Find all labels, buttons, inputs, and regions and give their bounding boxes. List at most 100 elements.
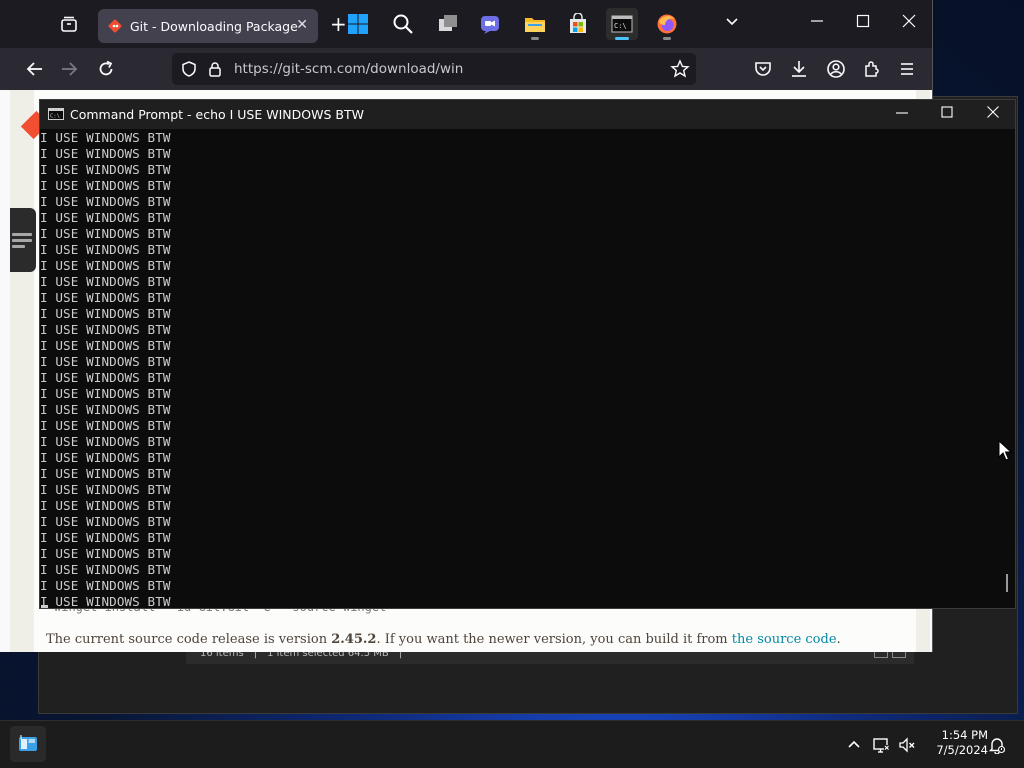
show-hidden-icons-button[interactable] [846,736,862,756]
cmd-output-line: I USE WINDOWS BTW [40,290,171,305]
forward-button[interactable] [58,58,80,80]
pocket-button[interactable] [752,58,774,80]
pocket-icon [755,62,771,76]
file-explorer-icon [525,18,545,32]
account-icon [827,60,845,78]
search-icon [393,14,413,34]
forward-arrow-icon [62,62,78,76]
cmd-title: Command Prompt - echo I USE WINDOWS BTW [70,107,364,122]
svg-text:C:\: C:\ [50,114,60,120]
task-view-icon [439,15,457,31]
widgets-button[interactable] [10,726,46,762]
taskbar-search[interactable] [387,8,419,40]
cmd-output-line: I USE WINDOWS BTW [40,418,171,433]
command-prompt-window[interactable]: C:\ Command Prompt - echo I USE WINDOWS … [39,99,1016,609]
network-status[interactable] [872,736,890,758]
microsoft-store-icon [570,13,586,33]
cmd-output-line: I USE WINDOWS BTW [40,210,171,225]
taskbar-firefox[interactable] [651,8,683,40]
extensions-button[interactable] [861,58,883,80]
taskbar-task-view[interactable] [432,8,464,40]
cmd-output-line: I USE WINDOWS BTW [40,578,171,593]
taskbar-start[interactable] [342,8,374,40]
account-button[interactable] [825,58,847,80]
cmd-output-line: I USE WINDOWS BTW [40,498,171,513]
widgets-icon [19,735,37,751]
taskbar-store[interactable] [562,8,594,40]
tab-git-download[interactable]: Git - Downloading Package ✕ [98,9,318,43]
puzzle-icon [865,61,879,77]
cmd-output-line: I USE WINDOWS BTW [40,482,171,497]
minimize-icon[interactable] [810,14,824,32]
cmd-output-line: I USE WINDOWS BTW [40,194,171,209]
url-text[interactable]: https://git-scm.com/download/win [234,61,463,77]
terminal-icon: C:\ [611,15,633,33]
svg-text:C:\: C:\ [614,22,627,30]
cmd-output-line: I USE WINDOWS BTW [40,434,171,449]
taskbar [0,720,1024,768]
url-bar[interactable]: https://git-scm.com/download/win [172,53,696,85]
lock-icon[interactable] [206,60,224,78]
cmd-title-bar[interactable]: C:\ Command Prompt - echo I USE WINDOWS … [40,100,1015,129]
cmd-output-line: I USE WINDOWS BTW [40,594,171,609]
cmd-maximize-icon[interactable] [937,105,957,123]
notification-bell-icon [988,738,1006,755]
cmd-output-line: I USE WINDOWS BTW [40,306,171,321]
cmd-output-line: I USE WINDOWS BTW [40,450,171,465]
git-favicon-icon [108,19,122,33]
taskbar-file-explorer[interactable] [519,8,551,40]
cmd-output-line: I USE WINDOWS BTW [40,274,171,289]
cmd-output-line: I USE WINDOWS BTW [40,226,171,241]
cmd-close-icon[interactable] [983,105,1003,123]
version-number: 2.45.2 [331,632,377,647]
cmd-output[interactable]: I USE WINDOWS BTW I USE WINDOWS BTW I USE … [40,129,1000,610]
sidebar-toggle-icon [12,233,32,236]
tab-close-icon[interactable]: ✕ [296,17,308,33]
volume-muted-icon [899,737,915,753]
cmd-output-line: I USE WINDOWS BTW [40,130,171,145]
chevron-up-icon [848,740,860,748]
cmd-output-line: I USE WINDOWS BTW [40,322,171,337]
close-window-icon[interactable] [902,14,916,32]
maximize-icon[interactable] [856,14,870,32]
cmd-output-line: I USE WINDOWS BTW [40,530,171,545]
cmd-output-line: I USE WINDOWS BTW [40,466,171,481]
cmd-output-line: I USE WINDOWS BTW [40,354,171,369]
cmd-output-line: I USE WINDOWS BTW [40,338,171,353]
taskbar-terminal[interactable]: C:\ [606,8,638,40]
cmd-cursor [41,605,48,608]
back-button[interactable] [24,58,46,80]
notifications-button[interactable] [988,736,1006,758]
hamburger-menu-icon [901,63,913,75]
reload-button[interactable] [95,58,117,80]
list-all-tabs-icon[interactable] [724,14,740,34]
cmd-output-line: I USE WINDOWS BTW [40,146,171,161]
cmd-output-line: I USE WINDOWS BTW [40,178,171,193]
cmd-output-line: I USE WINDOWS BTW [40,370,171,385]
tracking-protection-shield-icon[interactable] [180,60,198,78]
sidebar-toggle-button[interactable] [10,208,36,272]
clock-date: 7/5/2024 [936,743,988,757]
cmd-scrollbar[interactable] [1006,574,1008,592]
volume-status[interactable] [898,736,916,758]
downloads-button[interactable] [788,58,810,80]
network-icon [873,738,889,753]
cmd-output-line: I USE WINDOWS BTW [40,562,171,577]
taskbar-chat[interactable] [474,8,506,40]
bookmark-star-icon[interactable] [670,59,690,79]
firefox-icon [657,14,677,34]
tab-list-icon [61,16,77,32]
reload-icon [99,60,113,76]
source-release-text: The current source code release is versi… [46,632,841,647]
navigation-toolbar: https://git-scm.com/download/win [0,48,932,90]
cmd-output-line: I USE WINDOWS BTW [40,258,171,273]
cmd-output-line: I USE WINDOWS BTW [40,386,171,401]
menu-button[interactable] [896,58,918,80]
system-clock[interactable]: 1:54 PM 7/5/2024 [924,728,988,758]
cmd-minimize-icon[interactable] [892,105,912,123]
clock-time: 1:54 PM [941,728,988,742]
source-code-link[interactable]: the source code [732,632,837,647]
tab-list-button[interactable] [58,14,80,36]
cmd-output-line: I USE WINDOWS BTW [40,242,171,257]
tab-bar: Git - Downloading Package ✕ + [0,0,932,48]
